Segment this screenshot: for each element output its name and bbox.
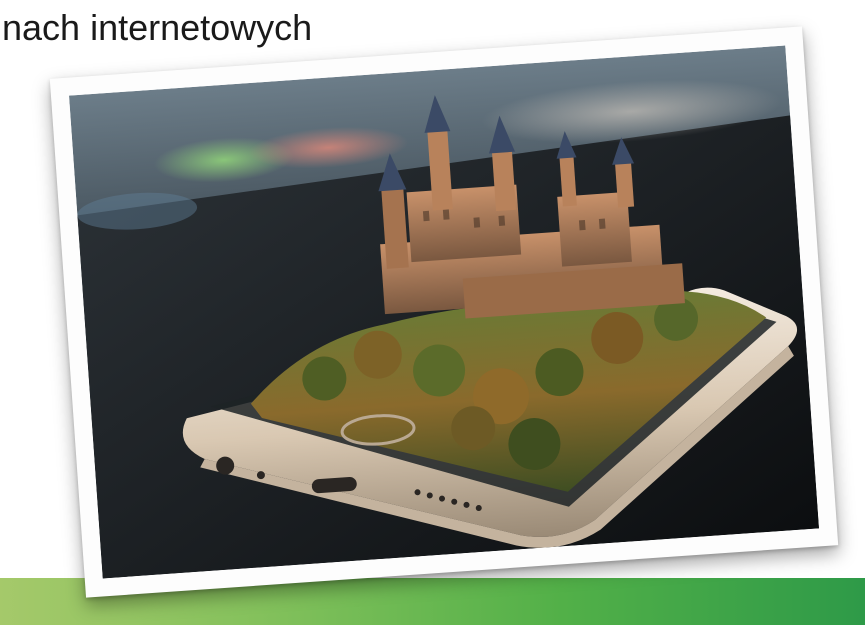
photo-frame: [49, 26, 839, 598]
slide-title: nach internetowych: [2, 7, 313, 48]
phone-castle-image: [68, 45, 820, 579]
